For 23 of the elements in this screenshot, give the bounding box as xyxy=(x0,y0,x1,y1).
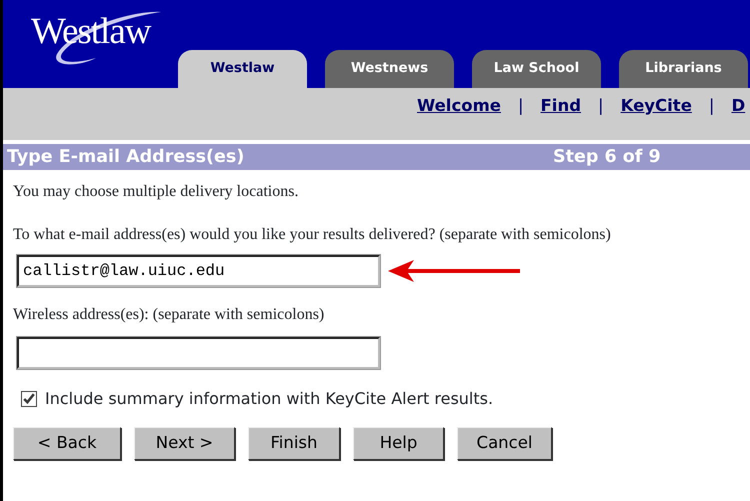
wizard-button[interactable]: < Back xyxy=(13,427,121,460)
intro-text: You may choose multiple delivery locations. xyxy=(13,182,300,202)
step-indicator: Step 6 of 9 xyxy=(553,146,661,169)
separator: | xyxy=(518,95,524,117)
section-title: Type E-mail Address(es) xyxy=(6,147,244,167)
separator: | xyxy=(598,95,604,117)
tab[interactable]: Librarians xyxy=(619,50,748,88)
tab[interactable]: Westnews xyxy=(325,50,454,88)
wizard-button[interactable]: Cancel xyxy=(457,427,552,460)
email-field[interactable]: callistr@law.uiuc.edu xyxy=(17,255,380,287)
nav-link-text[interactable]: Find xyxy=(540,94,582,119)
wizard-button[interactable]: Next > xyxy=(134,427,235,460)
tab[interactable]: Westlaw xyxy=(178,50,307,88)
wizard-button[interactable]: Finish xyxy=(248,427,340,460)
tab[interactable]: Law School xyxy=(472,50,601,88)
nav-link-text[interactable]: KeyCite xyxy=(620,94,692,119)
checkbox-label: Include summary information with KeyCite Alert results. xyxy=(45,388,494,410)
wireless-label: Wireless address(es): (separate with semicolons) xyxy=(13,305,326,325)
wizard-button[interactable]: Help xyxy=(353,427,444,460)
separator: | xyxy=(708,95,714,117)
nav-link-text[interactable]: D xyxy=(731,94,746,119)
email-label: To what e-mail address(es) would you like your results delivered? (separate with semicolons) xyxy=(13,225,612,245)
nav-link-text[interactable]: Welcome xyxy=(417,94,501,119)
